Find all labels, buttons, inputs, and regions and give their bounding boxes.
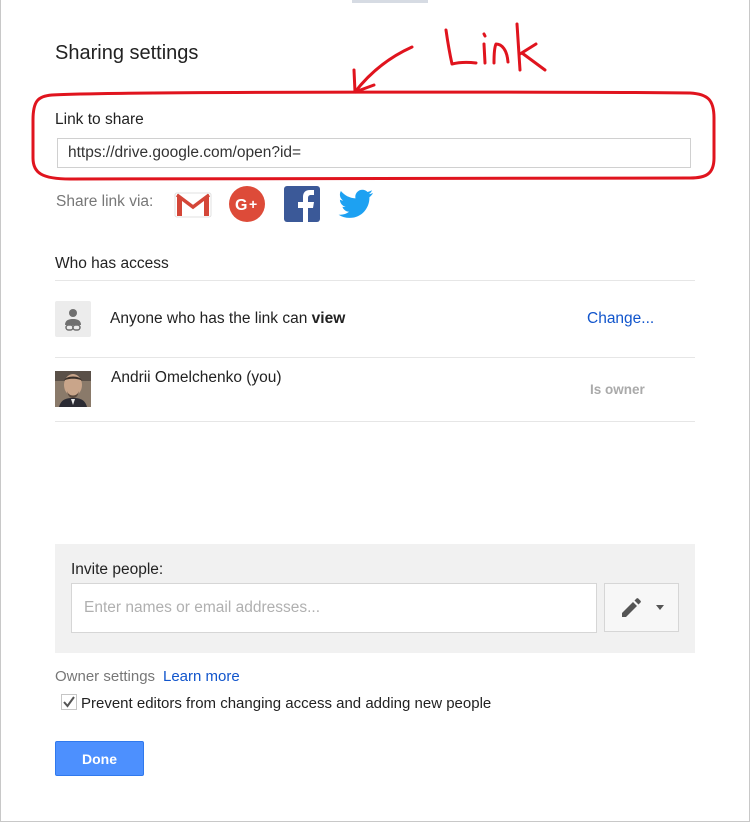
invite-people-input[interactable]: [71, 583, 597, 633]
chevron-down-icon: [656, 605, 664, 610]
checkmark-icon: [63, 696, 75, 708]
google-plus-icon[interactable]: G +: [228, 185, 266, 223]
top-edge-strip: [352, 0, 428, 3]
owner-settings-label: Owner settings: [55, 668, 156, 685]
pencil-icon: [622, 598, 641, 617]
link-access-prefix: Anyone who has the link can: [110, 310, 312, 327]
link-access-permission: view: [311, 310, 346, 327]
avatar: [55, 371, 91, 407]
svg-text:G: G: [235, 197, 247, 214]
change-access-link[interactable]: Change...: [587, 310, 654, 328]
share-via-label: Share link via:: [56, 193, 154, 210]
who-has-access-heading: Who has access: [55, 255, 169, 272]
share-link-field[interactable]: https://drive.google.com/open?id=: [57, 138, 691, 168]
prevent-editors-checkbox[interactable]: [61, 694, 77, 710]
prevent-editors-label: Prevent editors from changing access and…: [81, 695, 492, 712]
divider: [55, 280, 695, 281]
owner-name: Andrii Omelchenko (you): [111, 369, 282, 386]
divider: [55, 357, 695, 358]
done-button[interactable]: Done: [55, 741, 144, 776]
invite-people-label: Invite people:: [71, 561, 164, 578]
permission-dropdown-button[interactable]: [604, 583, 679, 632]
link-access-icon: [55, 301, 91, 337]
link-access-description: Anyone who has the link can view: [110, 310, 345, 328]
learn-more-link[interactable]: Learn more: [163, 668, 240, 685]
facebook-icon[interactable]: [283, 185, 321, 223]
twitter-icon[interactable]: [337, 185, 375, 223]
link-to-share-label: Link to share: [55, 111, 144, 128]
divider: [55, 421, 695, 422]
dialog-title: Sharing settings: [55, 42, 199, 64]
svg-text:+: +: [249, 196, 257, 212]
gmail-icon[interactable]: [174, 185, 212, 223]
owner-role-label: Is owner: [590, 382, 645, 397]
